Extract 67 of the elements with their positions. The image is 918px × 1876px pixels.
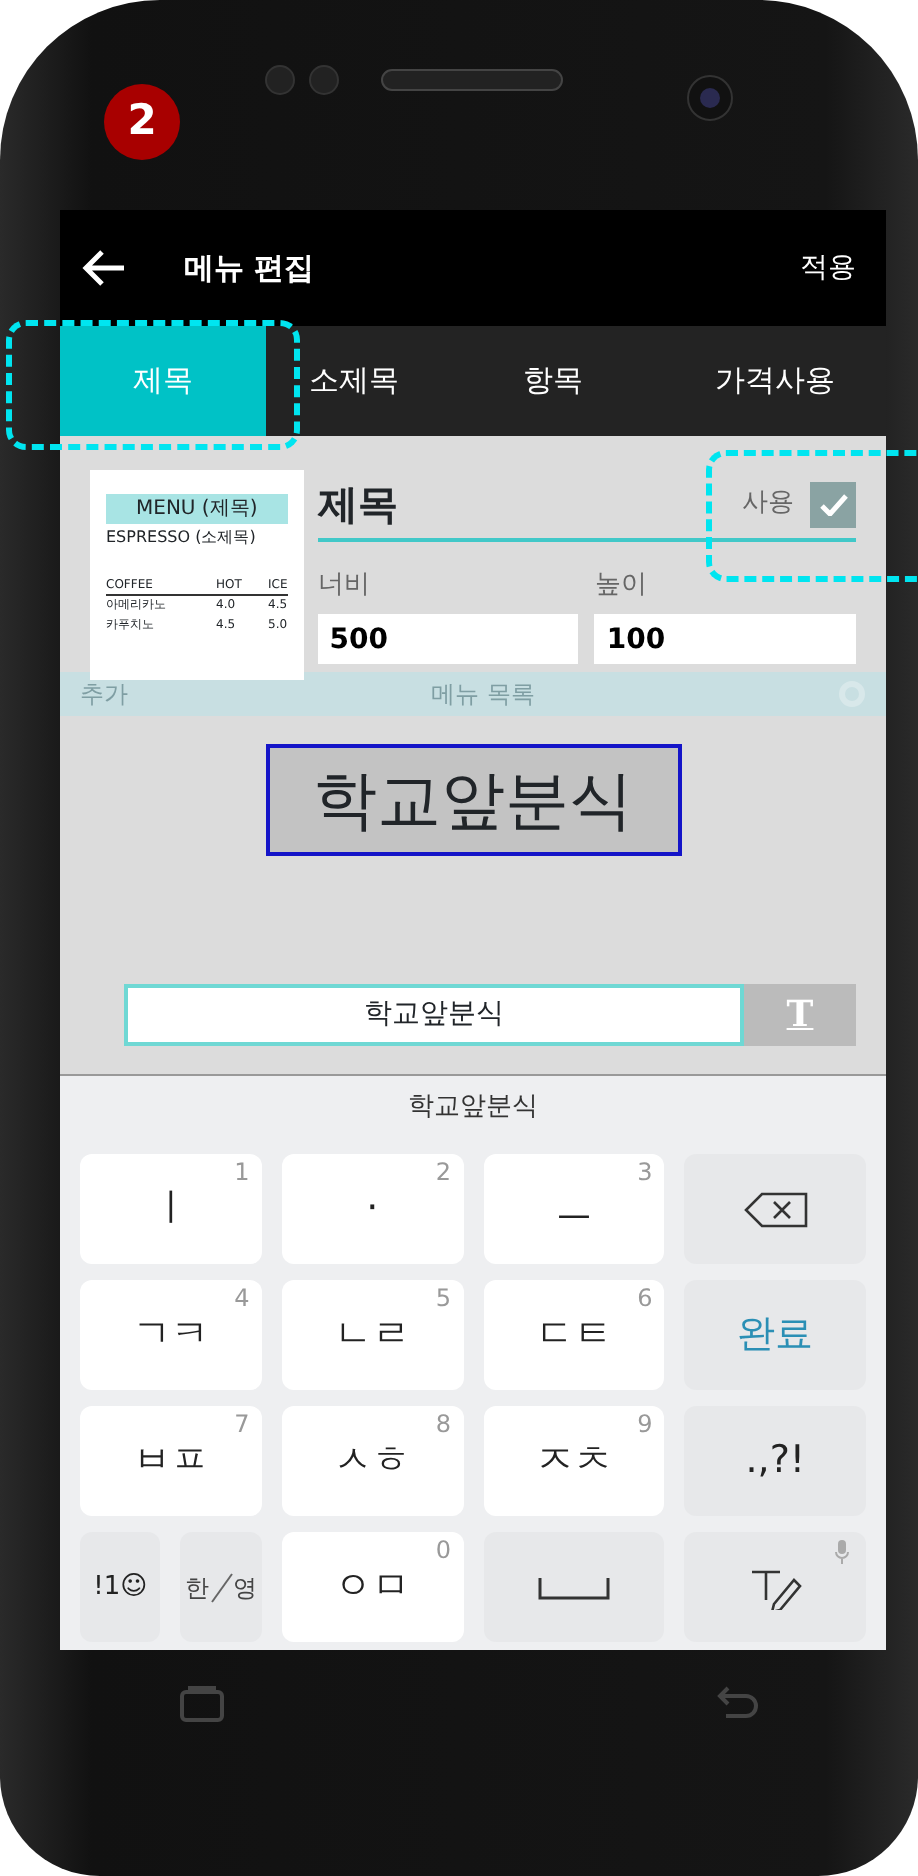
preview-subtitle: ESPRESSO (소제목) [106,526,258,550]
width-label: 너비 [317,568,372,604]
space-icon [537,1575,610,1599]
pen-icon [749,1565,802,1609]
key[interactable]: ㅅㅎ 8 [281,1406,463,1516]
height-label: 높이 [594,568,649,604]
suggestion[interactable]: 학교앞분식 [60,1076,886,1138]
language-key[interactable]: 한 영 [180,1532,262,1642]
key-number: 5 [435,1284,451,1312]
key-number: 7 [234,1410,250,1438]
key-sublabel: 영 [233,1571,258,1605]
key-number: 8 [435,1410,451,1438]
key-number: 9 [637,1410,653,1438]
width-field[interactable]: 500 [317,614,579,664]
key-label: · [366,1184,379,1235]
symbol-key[interactable]: !1☺ [80,1532,161,1642]
preview-title: MENU (제목) [106,494,288,524]
screen-title: 메뉴 편집 [184,247,315,290]
title-preview: 학교앞분식 [265,744,681,856]
key-number: 3 [637,1158,653,1186]
key-label: ㅂㅍ [132,1436,209,1487]
apply-button[interactable]: 적용 [798,245,858,291]
camera-icon [686,74,734,122]
key-label: ㄷㅌ [535,1310,612,1361]
handwriting-key[interactable] [684,1532,866,1642]
punctuation-key[interactable]: .,?! [684,1406,866,1516]
use-label: 사용 [742,486,794,523]
height-field[interactable]: 100 [594,614,856,664]
key[interactable]: ㄱㅋ 4 [80,1280,262,1390]
key-label: ㅇㅁ [334,1562,411,1613]
key-label: 한 [185,1571,210,1605]
slash-icon [209,1571,234,1603]
key[interactable]: ㅂㅍ 7 [80,1406,262,1516]
mic-icon [834,1540,850,1564]
step-number-badge: 2 [104,84,180,160]
add-label: 추가 [80,678,128,712]
key-number: 2 [435,1158,451,1186]
key-label: ㄴㄹ [334,1310,411,1361]
back-arrow-icon[interactable] [80,248,128,288]
key[interactable]: ㅡ 3 [483,1154,665,1264]
key-label: ㅅㅎ [334,1436,411,1487]
check-icon [819,493,847,515]
key[interactable]: · 2 [281,1154,463,1264]
section-heading: 제목 [317,478,398,532]
key[interactable]: ㅇㅁ 0 [281,1532,463,1642]
recent-apps-icon [180,1685,224,1721]
key-label: ㅣ [151,1184,190,1235]
text-input[interactable]: 학교앞분식 [124,984,744,1046]
key-label: ㅡ [554,1184,593,1235]
key-number: 1 [234,1158,250,1186]
backspace-icon [741,1189,810,1229]
tab[interactable]: 가격사용 [664,326,886,436]
key-number: 6 [637,1284,653,1312]
key[interactable]: ㅈㅊ 9 [483,1406,665,1516]
tab[interactable]: 항목 [442,326,664,436]
backspace-key[interactable] [684,1154,866,1264]
key[interactable]: ㅣ 1 [80,1154,262,1264]
space-key[interactable] [483,1532,665,1642]
key-label: ㅈㅊ [535,1436,612,1487]
key-number: 4 [234,1284,250,1312]
use-checkbox[interactable] [810,481,856,527]
list-title: 메뉴 목록 [431,678,535,712]
key-number: 0 [435,1536,451,1564]
key-label: ㄱㅋ [132,1310,209,1361]
tab[interactable]: 소제목 [266,326,442,436]
key[interactable]: ㄴㄹ 5 [281,1280,463,1390]
key[interactable]: ㄷㅌ 6 [483,1280,665,1390]
